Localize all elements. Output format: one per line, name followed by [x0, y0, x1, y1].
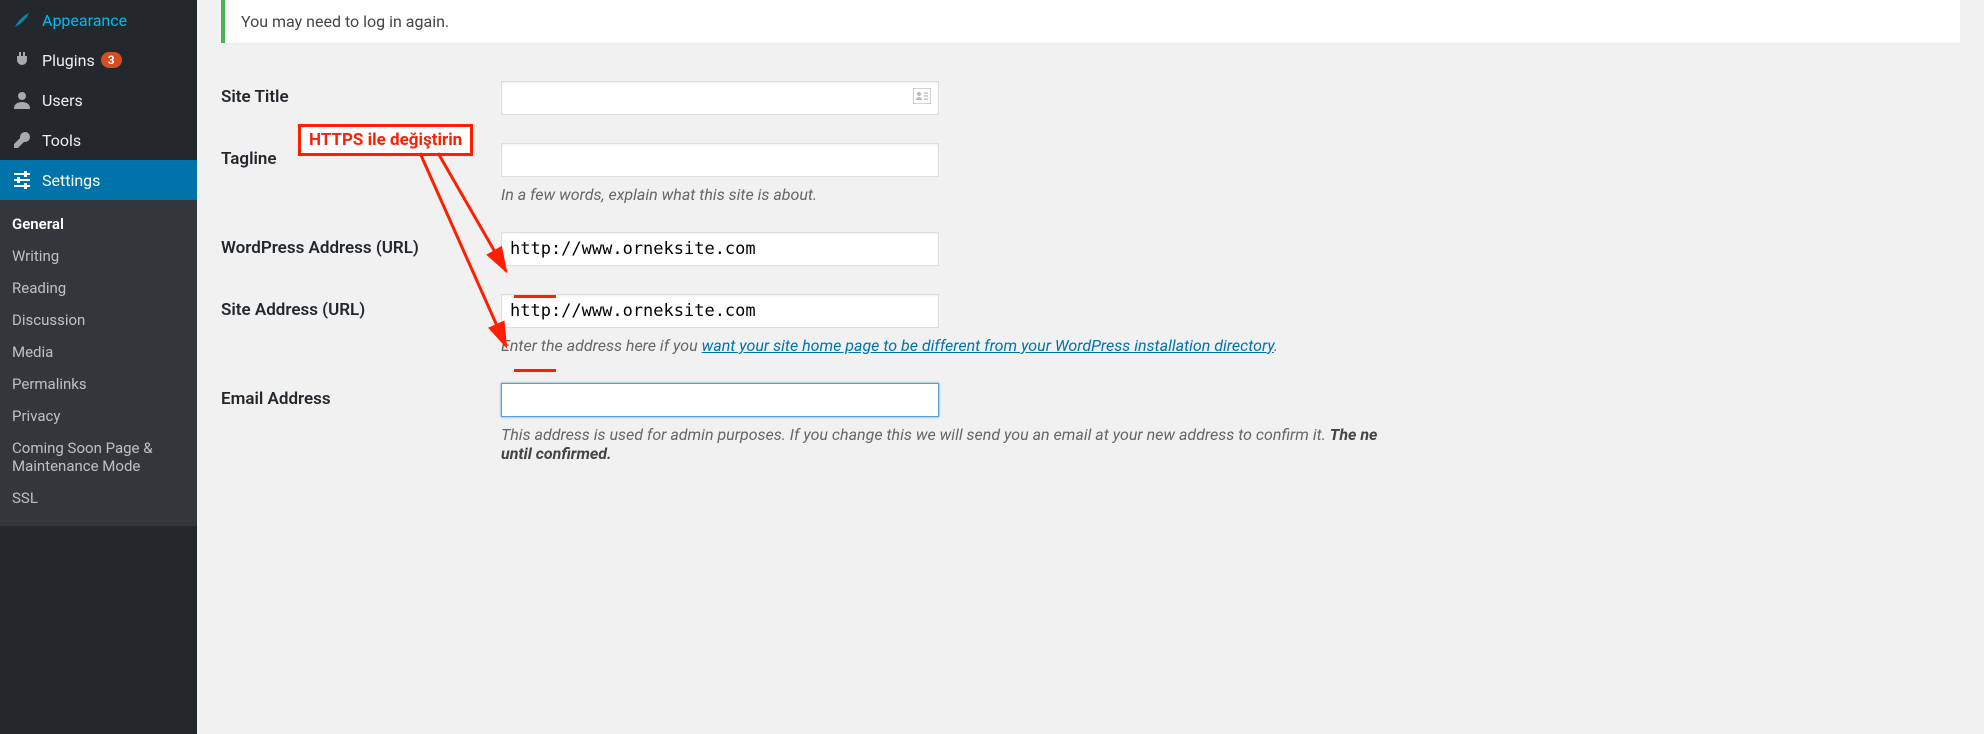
annotation-underline-1	[514, 295, 556, 298]
label-email: Email Address	[221, 383, 501, 409]
site-url-help-link[interactable]: want your site home page to be different…	[702, 336, 1274, 355]
row-site-url: Site Address (URL) Enter the address her…	[221, 280, 1960, 369]
submenu-privacy[interactable]: Privacy	[0, 400, 197, 432]
annotation-callout: HTTPS ile değiştirin	[298, 124, 473, 156]
row-site-title: Site Title	[221, 67, 1960, 129]
site-title-input[interactable]	[501, 81, 939, 115]
submenu-reading[interactable]: Reading	[0, 272, 197, 304]
sliders-icon	[12, 170, 36, 190]
admin-sidebar: Appearance Plugins 3 Users Tools Setting…	[0, 0, 197, 734]
row-wp-url: WordPress Address (URL)	[221, 218, 1960, 280]
user-icon	[12, 90, 36, 110]
main-content: You may need to log in again. Site Title…	[197, 0, 1984, 734]
brush-icon	[12, 10, 36, 30]
plugins-badge: 3	[101, 52, 122, 68]
settings-submenu: General Writing Reading Discussion Media…	[0, 200, 197, 526]
site-url-description: Enter the address here if you want your …	[501, 336, 1561, 355]
label-site-url: Site Address (URL)	[221, 294, 501, 320]
submenu-general[interactable]: General	[0, 208, 197, 240]
tagline-description: In a few words, explain what this site i…	[501, 185, 1561, 204]
email-description: This address is used for admin purposes.…	[501, 425, 1561, 463]
wordpress-url-input[interactable]	[501, 232, 939, 266]
wrench-icon	[12, 130, 36, 150]
sidebar-label: Plugins	[42, 51, 95, 70]
sidebar-item-plugins[interactable]: Plugins 3	[0, 40, 197, 80]
submenu-discussion[interactable]: Discussion	[0, 304, 197, 336]
sidebar-label: Tools	[42, 131, 81, 150]
submenu-ssl[interactable]: SSL	[0, 482, 197, 514]
submenu-media[interactable]: Media	[0, 336, 197, 368]
sidebar-label: Users	[42, 91, 83, 110]
sidebar-item-appearance[interactable]: Appearance	[0, 0, 197, 40]
submenu-writing[interactable]: Writing	[0, 240, 197, 272]
row-tagline: Tagline In a few words, explain what thi…	[221, 129, 1960, 218]
autofill-icon	[913, 88, 931, 108]
plug-icon	[12, 50, 36, 70]
submenu-permalinks[interactable]: Permalinks	[0, 368, 197, 400]
notice-text: You may need to log in again.	[241, 12, 449, 31]
label-site-title: Site Title	[221, 81, 501, 107]
sidebar-item-settings[interactable]: Settings	[0, 160, 197, 200]
annotation-underline-2	[514, 369, 556, 372]
email-input[interactable]	[501, 383, 939, 417]
label-wp-url: WordPress Address (URL)	[221, 232, 501, 258]
sidebar-label: Appearance	[42, 11, 127, 30]
login-notice: You may need to log in again.	[221, 0, 1960, 43]
site-url-input[interactable]	[501, 294, 939, 328]
row-email: Email Address This address is used for a…	[221, 369, 1960, 477]
tagline-input[interactable]	[501, 143, 939, 177]
settings-form: Site Title Tagline In a few words, expla…	[221, 67, 1960, 477]
sidebar-item-users[interactable]: Users	[0, 80, 197, 120]
sidebar-item-tools[interactable]: Tools	[0, 120, 197, 160]
sidebar-label: Settings	[42, 171, 100, 190]
submenu-coming-soon[interactable]: Coming Soon Page & Maintenance Mode	[0, 432, 197, 482]
